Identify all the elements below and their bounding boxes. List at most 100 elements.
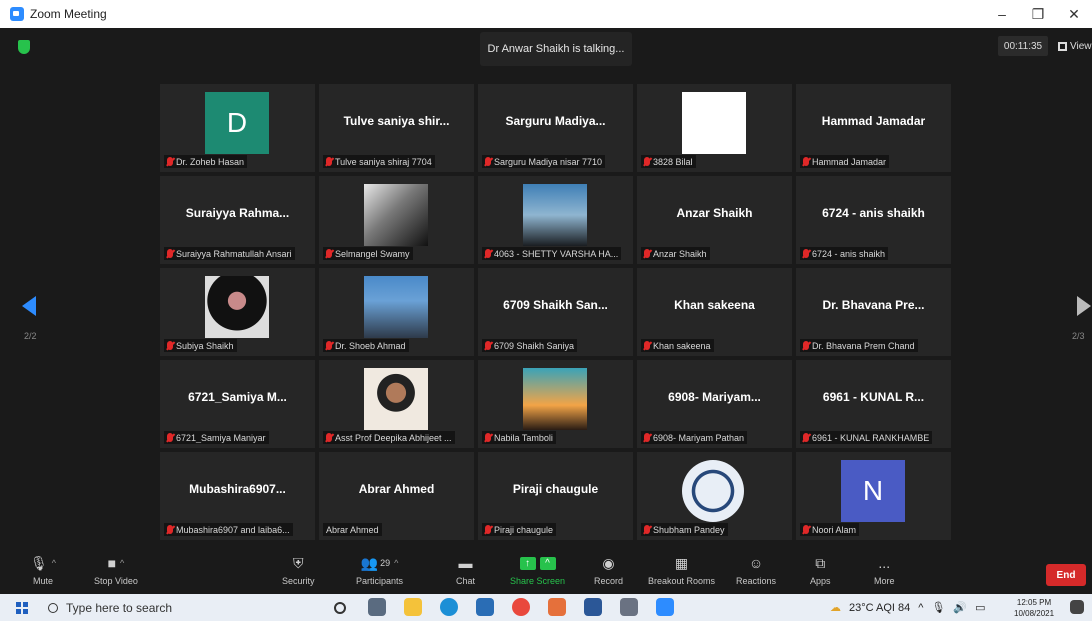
muted-mic-icon [803, 157, 809, 166]
participant-tile[interactable]: Khan sakeena Khan sakeena [637, 268, 792, 356]
participant-tile[interactable]: Abrar Ahmed Abrar Ahmed [319, 452, 474, 540]
muted-mic-icon [485, 249, 491, 258]
participant-video-image [364, 276, 428, 338]
participant-name-text: Hammad Jamadar [812, 156, 887, 167]
participant-tile[interactable]: 6908- Mariyam... 6908- Mariyam Pathan [637, 360, 792, 448]
participant-tile[interactable]: Hammad Jamadar Hammad Jamadar [796, 84, 951, 172]
mute-label: Mute [33, 576, 54, 586]
more-button[interactable]: ... More [874, 552, 895, 594]
chat-button[interactable]: ▬ Chat [456, 552, 475, 594]
window-controls: – ❐ ✕ [984, 0, 1092, 28]
volume-icon[interactable]: 🔊 [953, 601, 967, 614]
participant-tile[interactable]: N Noori Alam [796, 452, 951, 540]
close-button[interactable]: ✕ [1056, 0, 1092, 28]
participant-tile[interactable]: Mubashira6907... Mubashira6907 and laiba6… [160, 452, 315, 540]
participant-tile[interactable]: 6709 Shaikh San... 6709 Shaikh Saniya [478, 268, 633, 356]
participant-tile[interactable]: D Dr. Zoheb Hasan [160, 84, 315, 172]
notification-icon[interactable] [1070, 600, 1084, 614]
record-button[interactable]: ◉ Record [594, 552, 623, 594]
participant-tile[interactable]: Dr. Bhavana Pre... Dr. Bhavana Prem Chand [796, 268, 951, 356]
participant-tile[interactable]: Piraji chaugule Piraji chaugule [478, 452, 633, 540]
mute-button[interactable]: 🎙 ^ Mute [30, 552, 56, 594]
muted-mic-icon [167, 433, 173, 442]
participant-tile[interactable]: 6724 - anis shaikh 6724 - anis shaikh [796, 176, 951, 264]
apps-icon: ⧉ [815, 554, 826, 571]
zoom-taskbar-icon[interactable] [656, 598, 674, 616]
weather-icon: ☁ [830, 602, 841, 614]
participant-name-text: 6908- Mariyam Pathan [653, 432, 745, 443]
breakout-rooms-button[interactable]: ▦ Breakout Rooms [648, 552, 715, 594]
chrome-icon[interactable] [512, 598, 530, 616]
participant-tile[interactable]: Dr. Shoeb Ahmad [319, 268, 474, 356]
participant-tile[interactable]: Nabila Tamboli [478, 360, 633, 448]
participant-name-label: 3828 Bilal [641, 155, 696, 168]
participants-chevron-icon[interactable]: ^ [394, 558, 398, 568]
muted-mic-icon [803, 525, 809, 534]
mute-options-chevron-icon[interactable]: ^ [52, 558, 56, 568]
end-meeting-button[interactable]: End [1046, 564, 1086, 586]
minimize-button[interactable]: – [984, 0, 1020, 28]
clock-date: 10/08/2021 [1014, 609, 1055, 618]
muted-mic-icon [644, 249, 650, 258]
stop-video-button[interactable]: ■ ^ Stop Video [94, 552, 138, 594]
taskbar-clock[interactable]: 12:05 PM 10/08/2021 [1014, 597, 1054, 619]
muted-mic-icon [803, 433, 809, 442]
participant-tile[interactable]: Asst Prof Deepika Abhijeet ... [319, 360, 474, 448]
participant-name-text: Dr. Bhavana Prem Chand [812, 340, 915, 351]
participant-tile[interactable]: 6961 - KUNAL R... 6961 - KUNAL RANKHAMBE [796, 360, 951, 448]
participants-button[interactable]: 👥 29 ^ Participants [356, 552, 403, 594]
participant-tile[interactable]: Suraiyya Rahma... Suraiyya Rahmatullah An… [160, 176, 315, 264]
participant-name-text: 6709 Shaikh Saniya [494, 340, 575, 351]
share-screen-button[interactable]: ↑ ^ Share Screen [510, 552, 565, 594]
participant-tile[interactable]: Sarguru Madiya... Sarguru Madiya nisar 77… [478, 84, 633, 172]
mail-icon[interactable] [476, 598, 494, 616]
participant-name-label: 6724 - anis shaikh [800, 247, 889, 260]
reactions-button[interactable]: ☺ Reactions [736, 552, 776, 594]
participant-name-label: Subiya Shaikh [164, 339, 237, 352]
encryption-shield-icon[interactable] [18, 40, 30, 54]
participant-display-name: Mubashira6907... [189, 482, 286, 496]
view-button[interactable]: View [1058, 36, 1092, 56]
image-app-icon[interactable] [548, 598, 566, 616]
participant-name-text: Selmangel Swamy [335, 248, 410, 259]
windows-start-icon[interactable] [16, 601, 28, 614]
search-icon [48, 602, 58, 613]
participant-name-text: Abrar Ahmed [326, 524, 379, 535]
participant-display-name: 6908- Mariyam... [668, 390, 761, 404]
participant-name-label: Sarguru Madiya nisar 7710 [482, 155, 606, 168]
muted-mic-icon [167, 341, 173, 350]
reactions-label: Reactions [736, 576, 777, 586]
next-page-arrow-icon[interactable] [1077, 296, 1091, 316]
weather-text[interactable]: 23°C AQI 84 [849, 602, 910, 614]
video-options-chevron-icon[interactable]: ^ [120, 558, 124, 568]
participant-tile[interactable]: 6721_Samiya M... 6721_Samiya Maniyar [160, 360, 315, 448]
participant-name-label: Hammad Jamadar [800, 155, 890, 168]
participant-tile[interactable]: 3828 Bilal [637, 84, 792, 172]
task-view-icon[interactable] [368, 598, 386, 616]
participant-tile[interactable]: Selmangel Swamy [319, 176, 474, 264]
apps-button[interactable]: ⧉ Apps [810, 552, 831, 594]
more-dots-icon: ... [878, 555, 891, 571]
previous-page-arrow-icon[interactable] [22, 296, 36, 316]
security-button[interactable]: ⛨ Security [282, 552, 315, 594]
cortana-icon[interactable] [334, 602, 346, 614]
maximize-button[interactable]: ❐ [1020, 0, 1056, 28]
participant-tile[interactable]: Anzar Shaikh Anzar Shaikh [637, 176, 792, 264]
participant-name-label: Mubashira6907 and laiba6... [164, 523, 293, 536]
search-app-icon[interactable] [620, 598, 638, 616]
tray-chevron-icon[interactable]: ^ [918, 602, 923, 614]
edge-browser-icon[interactable] [440, 598, 458, 616]
participant-tile[interactable]: Tulve saniya shir... Tulve saniya shiraj … [319, 84, 474, 172]
meeting-area: Dr Anwar Shaikh is talking... 00:11:35 V… [0, 28, 1092, 558]
participant-video-image [205, 276, 269, 338]
stop-video-label: Stop Video [94, 576, 138, 586]
taskbar-search-box[interactable]: Type here to search [48, 596, 318, 619]
file-explorer-icon[interactable] [404, 598, 422, 616]
share-options-chevron-icon[interactable]: ^ [539, 556, 556, 570]
title-bar: Zoom Meeting – ❐ ✕ [0, 0, 1092, 28]
participant-display-name: Tulve saniya shir... [343, 114, 450, 128]
participant-tile[interactable]: Shubham Pandey [637, 452, 792, 540]
participant-tile[interactable]: Subiya Shaikh [160, 268, 315, 356]
participant-tile[interactable]: 4063 - SHETTY VARSHA HA... [478, 176, 633, 264]
teams-icon[interactable] [584, 598, 602, 616]
